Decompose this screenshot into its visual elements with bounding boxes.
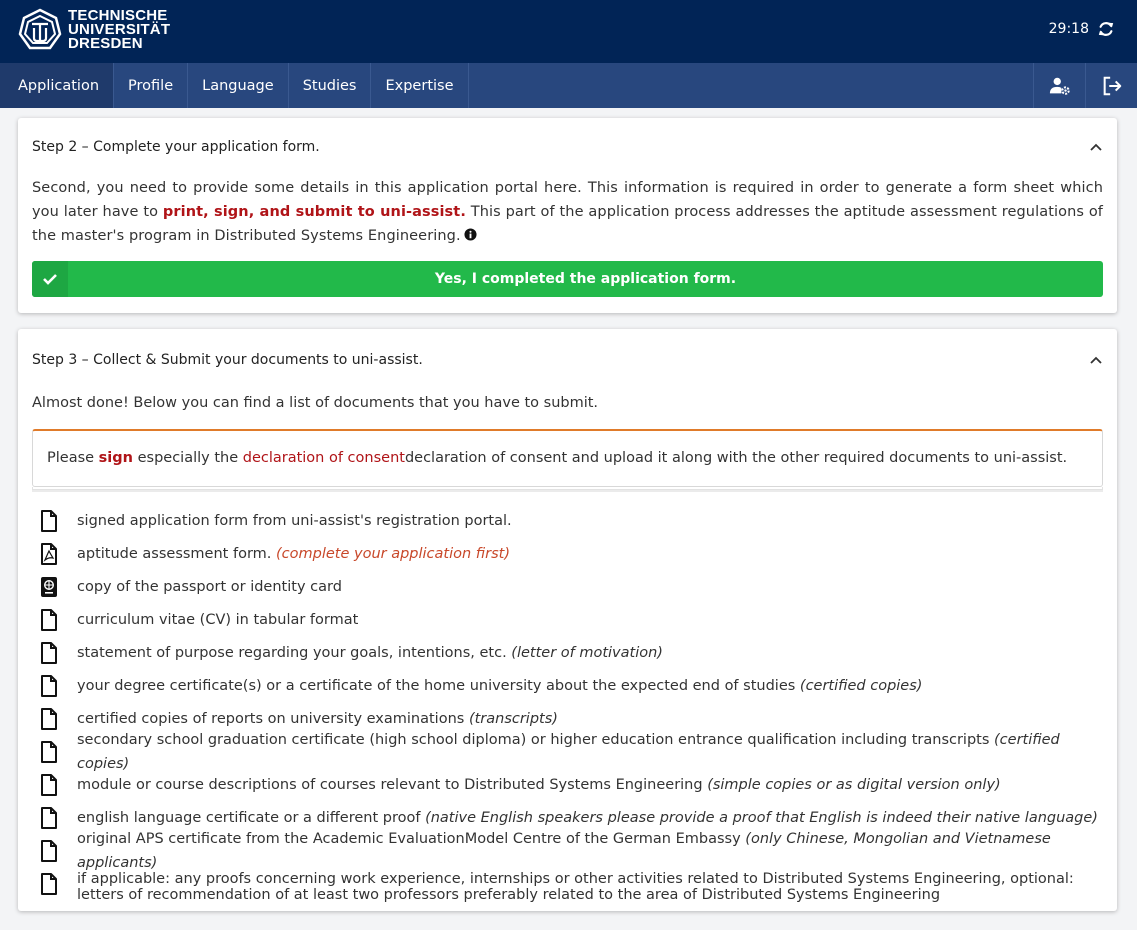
step2-card: Step 2 – Complete your application form.…	[18, 118, 1117, 313]
document-text: statement of purpose regarding your goal…	[77, 641, 663, 665]
step2-text-highlight: print, sign, and submit to uni-assist.	[162, 204, 466, 220]
consent-alert: Please sign especially the declaration o…	[32, 429, 1103, 487]
document-text: signed application form from uni-assist'…	[77, 509, 512, 533]
alert-text-please: Please	[47, 450, 99, 466]
step3-body: Almost done! Below you can find a list o…	[18, 391, 1117, 907]
document-text: module or course descriptions of courses…	[77, 773, 1001, 797]
step3-header[interactable]: Step 3 – Collect & Submit your documents…	[18, 329, 1117, 391]
alert-text-rest: declaration of consent and upload it alo…	[404, 450, 1068, 466]
document-list-item: secondary school graduation certificate …	[32, 732, 1103, 772]
declaration-of-consent-link[interactable]: declaration of consent	[243, 450, 405, 466]
chevron-up-icon[interactable]	[1089, 140, 1103, 154]
document-text: secondary school graduation certificate …	[77, 728, 1103, 776]
logo-wordmark: TECHNISCHE UNIVERSITÄT DRESDEN	[68, 8, 170, 52]
tu-dresden-logo[interactable]: TECHNISCHE UNIVERSITÄT DRESDEN	[18, 8, 170, 52]
step3-intro: Almost done! Below you can find a list o…	[32, 395, 599, 411]
document-hint: (complete your application first)	[276, 545, 511, 562]
alert-sign: sign	[98, 450, 133, 466]
file-icon	[41, 641, 57, 664]
file-icon	[41, 707, 57, 730]
completed-application-button[interactable]: Yes, I completed the application form.	[32, 261, 1103, 297]
file-icon	[41, 740, 57, 763]
user-settings-icon	[1049, 77, 1070, 95]
document-list-item: your degree certificate(s) or a certific…	[32, 669, 1103, 702]
document-list: signed application form from uni-assist'…	[32, 504, 1103, 907]
document-list-item: signed application form from uni-assist'…	[32, 504, 1103, 537]
nav-tab-expertise[interactable]: Expertise	[371, 63, 469, 108]
pdf-file-icon	[41, 542, 57, 565]
user-settings-button[interactable]	[1033, 63, 1085, 108]
nav-tab-profile[interactable]: Profile	[114, 63, 189, 108]
document-text: curriculum vitae (CV) in tabular format	[77, 608, 358, 632]
file-icon	[41, 773, 57, 796]
file-icon	[41, 509, 57, 532]
info-circle-icon[interactable]	[464, 228, 477, 241]
document-list-item: module or course descriptions of courses…	[32, 768, 1103, 801]
document-list-item: statement of purpose regarding your goal…	[32, 636, 1103, 669]
document-label: if applicable: any proofs concerning wor…	[77, 871, 1074, 903]
alert-stack-edge	[32, 490, 1103, 492]
nav-tab-studies[interactable]: Studies	[289, 63, 372, 108]
refresh-icon[interactable]	[1097, 20, 1115, 38]
document-label: aptitude assessment form.	[77, 545, 276, 562]
passport-icon	[41, 576, 57, 597]
document-text: copy of the passport or identity card	[77, 575, 342, 599]
check-icon	[32, 261, 68, 297]
document-note: (native English speakers please provide …	[425, 809, 1098, 826]
step2-description: Second, you need to provide some details…	[32, 176, 1103, 248]
file-icon	[41, 839, 57, 862]
step2-header[interactable]: Step 2 – Complete your application form.	[18, 118, 1117, 176]
logo-line-3: DRESDEN	[68, 35, 143, 52]
document-note: (transcripts)	[468, 710, 558, 727]
file-icon	[41, 873, 57, 895]
nav-tab-application[interactable]: Application	[0, 63, 115, 108]
document-label: copy of the passport or identity card	[77, 578, 342, 595]
document-text: your degree certificate(s) or a certific…	[77, 674, 922, 698]
alert-text-especially: especially the	[132, 450, 243, 466]
file-icon	[41, 674, 57, 697]
document-text: original APS certificate from the Academ…	[77, 827, 1103, 875]
document-list-item: copy of the passport or identity card	[32, 570, 1103, 603]
document-text: if applicable: any proofs concerning wor…	[77, 871, 1103, 903]
document-note: (letter of motivation)	[511, 644, 663, 661]
document-label: statement of purpose regarding your goal…	[77, 644, 512, 661]
step3-card: Step 3 – Collect & Submit your documents…	[18, 329, 1117, 911]
chevron-up-icon[interactable]	[1089, 353, 1103, 367]
file-icon	[41, 608, 57, 631]
document-list-item: if applicable: any proofs concerning wor…	[32, 867, 1103, 907]
document-label: original APS certificate from the Academ…	[77, 830, 746, 847]
document-label: signed application form from uni-assist'…	[77, 512, 512, 529]
document-list-item: curriculum vitae (CV) in tabular format	[32, 603, 1103, 636]
document-label: english language certificate or a differ…	[77, 809, 426, 826]
tu-logo-mark-icon	[18, 8, 62, 50]
completed-button-label: Yes, I completed the application form.	[434, 271, 737, 287]
session-timer: 29:18	[1049, 20, 1115, 38]
document-label: your degree certificate(s) or a certific…	[77, 677, 800, 694]
timer-value: 29:18	[1048, 21, 1089, 37]
step2-body: Second, you need to provide some details…	[18, 176, 1117, 297]
main-nav: Application Profile Language Studies Exp…	[0, 63, 1137, 108]
step3-title: Step 3 – Collect & Submit your documents…	[32, 352, 423, 368]
document-label: certified copies of reports on universit…	[77, 710, 469, 727]
document-text: aptitude assessment form. (complete your…	[77, 542, 510, 566]
logout-button[interactable]	[1085, 63, 1137, 108]
document-note: (certified copies)	[799, 677, 923, 694]
top-header: TECHNISCHE UNIVERSITÄT DRESDEN 29:18	[0, 0, 1137, 63]
document-label: curriculum vitae (CV) in tabular format	[77, 611, 359, 628]
document-label: secondary school graduation certificate …	[77, 731, 995, 748]
document-note: (simple copies or as digital version onl…	[707, 776, 1001, 793]
step2-title: Step 2 – Complete your application form.	[32, 139, 320, 155]
logout-icon	[1103, 76, 1121, 95]
file-icon	[41, 806, 57, 829]
document-label: module or course descriptions of courses…	[77, 776, 708, 793]
document-list-item: aptitude assessment form. (complete your…	[32, 537, 1103, 570]
document-list-item: original APS certificate from the Academ…	[32, 831, 1103, 871]
nav-tab-language[interactable]: Language	[188, 63, 289, 108]
